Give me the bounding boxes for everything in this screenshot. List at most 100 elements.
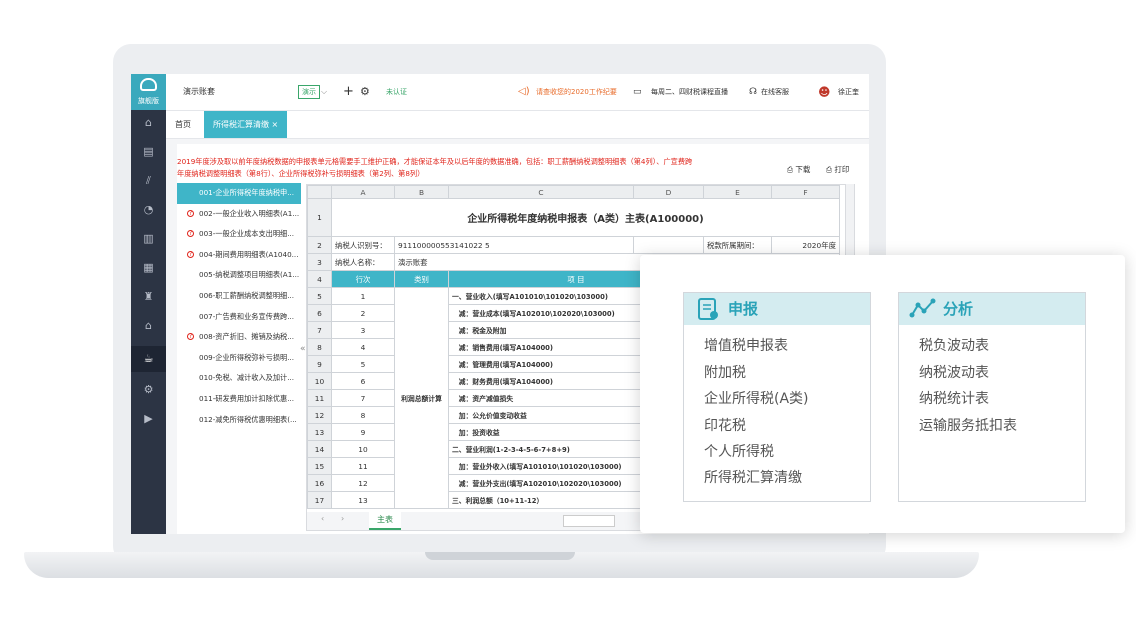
menu-item-tax-stats[interactable]: 纳税统计表: [919, 388, 989, 408]
menu-item-vat[interactable]: 增值税申报表: [704, 335, 788, 355]
row-number[interactable]: 12: [307, 406, 332, 424]
next-sheet-icon[interactable]: ›: [341, 514, 344, 523]
list-item[interactable]: 007-广告费和业务宣传费跨...: [177, 307, 301, 328]
avatar[interactable]: ☻: [818, 74, 831, 110]
list-item[interactable]: 012-减免所得税优惠明细表(...: [177, 410, 301, 431]
menu-item-stamp[interactable]: 印花税: [704, 415, 746, 435]
row-seq[interactable]: 3: [331, 321, 395, 339]
row-seq[interactable]: 7: [331, 389, 395, 407]
category-cell[interactable]: 利润总额计算: [394, 287, 449, 509]
tab-income-tax[interactable]: 所得税汇算清缴 ×: [204, 111, 288, 138]
live-link[interactable]: 每周二、四财税课程直播: [651, 74, 728, 110]
row-number[interactable]: 4: [307, 270, 332, 288]
list-item[interactable]: 005-纳税调整项目明细表(A1...: [177, 265, 301, 286]
prev-sheet-icon[interactable]: ‹: [321, 514, 324, 523]
row-seq[interactable]: 12: [331, 474, 395, 492]
taxpayer-id-label[interactable]: 纳税人识别号：: [331, 236, 395, 254]
period-label[interactable]: 税款所属期间：: [703, 236, 772, 254]
menu-item-cit[interactable]: 企业所得税(A类): [704, 388, 809, 408]
video-nav-icon[interactable]: ▶: [131, 406, 166, 432]
add-icon[interactable]: +: [343, 74, 354, 110]
tab-home[interactable]: 首页: [166, 111, 200, 138]
auth-status[interactable]: 未认证: [386, 74, 407, 110]
user-name[interactable]: 徐正奎: [838, 74, 859, 110]
column-header[interactable]: F: [771, 185, 840, 199]
list-item[interactable]: 009-企业所得税弥补亏损明...: [177, 348, 301, 369]
period-value[interactable]: 2020年度: [771, 236, 840, 254]
taxpayer-id-value[interactable]: 911100000553141022 5: [394, 236, 634, 254]
row-number[interactable]: 7: [307, 321, 332, 339]
row-number[interactable]: 11: [307, 389, 332, 407]
report-nav-icon[interactable]: ▦: [131, 255, 166, 281]
download-button[interactable]: ⎙ 下载: [787, 164, 810, 175]
header-category[interactable]: 类别: [394, 270, 449, 288]
row-seq[interactable]: 6: [331, 372, 395, 390]
menu-item-transport-deduction[interactable]: 运输服务抵扣表: [919, 415, 1017, 435]
bank-nav-icon[interactable]: ⌂: [131, 313, 166, 339]
list-item[interactable]: ? 004-期间费用明细表(A1040...: [177, 245, 301, 266]
row-seq[interactable]: 11: [331, 457, 395, 475]
list-item[interactable]: 010-免税、减计收入及加计...: [177, 368, 301, 389]
empty-cell[interactable]: [633, 236, 704, 254]
row-seq[interactable]: 10: [331, 440, 395, 458]
print-button[interactable]: ⎙ 打印: [826, 164, 849, 175]
account-name[interactable]: 演示账套: [183, 74, 215, 110]
column-header[interactable]: C: [448, 185, 634, 199]
row-seq[interactable]: 13: [331, 491, 395, 509]
voucher-nav-icon[interactable]: ▤: [131, 139, 166, 165]
list-item[interactable]: 011-研发费用加计扣除优惠...: [177, 389, 301, 410]
menu-item-tax-fluctuation[interactable]: 纳税波动表: [919, 362, 989, 382]
menu-item-tax-burden[interactable]: 税负波动表: [919, 335, 989, 355]
row-number[interactable]: 17: [307, 491, 332, 509]
row-seq[interactable]: 9: [331, 423, 395, 441]
row-number[interactable]: 2: [307, 236, 332, 254]
chevron-down-icon[interactable]: ⌵: [321, 74, 327, 110]
row-number[interactable]: 6: [307, 304, 332, 322]
list-item[interactable]: ? 003-一般企业成本支出明细...: [177, 224, 301, 245]
row-number[interactable]: 16: [307, 474, 332, 492]
row-number[interactable]: 14: [307, 440, 332, 458]
column-header[interactable]: B: [394, 185, 449, 199]
row-number[interactable]: 5: [307, 287, 332, 305]
list-item[interactable]: ? 002-一般企业收入明细表(A1...: [177, 204, 301, 225]
tax-nav-icon[interactable]: ☕: [131, 346, 166, 372]
row-number[interactable]: 3: [307, 253, 332, 271]
book-nav-icon[interactable]: ▥: [131, 226, 166, 252]
list-item[interactable]: 001-企业所得税年度纳税申...: [177, 183, 301, 204]
app-logo[interactable]: 旗舰版: [131, 74, 166, 110]
row-number[interactable]: 15: [307, 457, 332, 475]
row-number[interactable]: 8: [307, 338, 332, 356]
menu-item-surtax[interactable]: 附加税: [704, 362, 746, 382]
notice-link[interactable]: 请查收您的2020工作纪要: [536, 74, 617, 110]
row-number[interactable]: 13: [307, 423, 332, 441]
row-seq[interactable]: 2: [331, 304, 395, 322]
env-badge[interactable]: 演示: [298, 85, 320, 99]
money-nav-icon[interactable]: ◔: [131, 197, 166, 223]
header-seq[interactable]: 行次: [331, 270, 395, 288]
row-seq[interactable]: 5: [331, 355, 395, 373]
menu-item-settlement[interactable]: 所得税汇算清缴: [704, 467, 802, 487]
column-header[interactable]: A: [331, 185, 395, 199]
settings-nav-icon[interactable]: ⚙: [131, 377, 166, 403]
asset-nav-icon[interactable]: ♜: [131, 284, 166, 310]
row-number[interactable]: 9: [307, 355, 332, 373]
taxpayer-name-label[interactable]: 纳税人名称：: [331, 253, 395, 271]
menu-item-iit[interactable]: 个人所得税: [704, 441, 774, 461]
row-seq[interactable]: 4: [331, 338, 395, 356]
row-number[interactable]: 1: [307, 198, 332, 237]
horizontal-scrollbar[interactable]: [563, 515, 615, 527]
sheet-tab-main[interactable]: 主表: [369, 512, 401, 530]
chart-nav-icon[interactable]: ⫽: [131, 168, 166, 194]
service-link[interactable]: 在线客服: [761, 74, 789, 110]
column-header[interactable]: D: [633, 185, 704, 199]
row-seq[interactable]: 8: [331, 406, 395, 424]
row-number[interactable]: 10: [307, 372, 332, 390]
sheet-title[interactable]: 企业所得税年度纳税申报表（A类）主表(A100000): [331, 198, 840, 237]
gear-icon[interactable]: ⚙: [360, 74, 370, 110]
home-nav-icon[interactable]: ⌂: [131, 110, 166, 136]
list-item[interactable]: ? 008-资产折旧、摊销及纳税...: [177, 327, 301, 348]
list-item[interactable]: 006-职工薪酬纳税调整明细...: [177, 286, 301, 307]
collapse-icon[interactable]: «: [300, 344, 306, 354]
row-seq[interactable]: 1: [331, 287, 395, 305]
column-header[interactable]: E: [703, 185, 772, 199]
